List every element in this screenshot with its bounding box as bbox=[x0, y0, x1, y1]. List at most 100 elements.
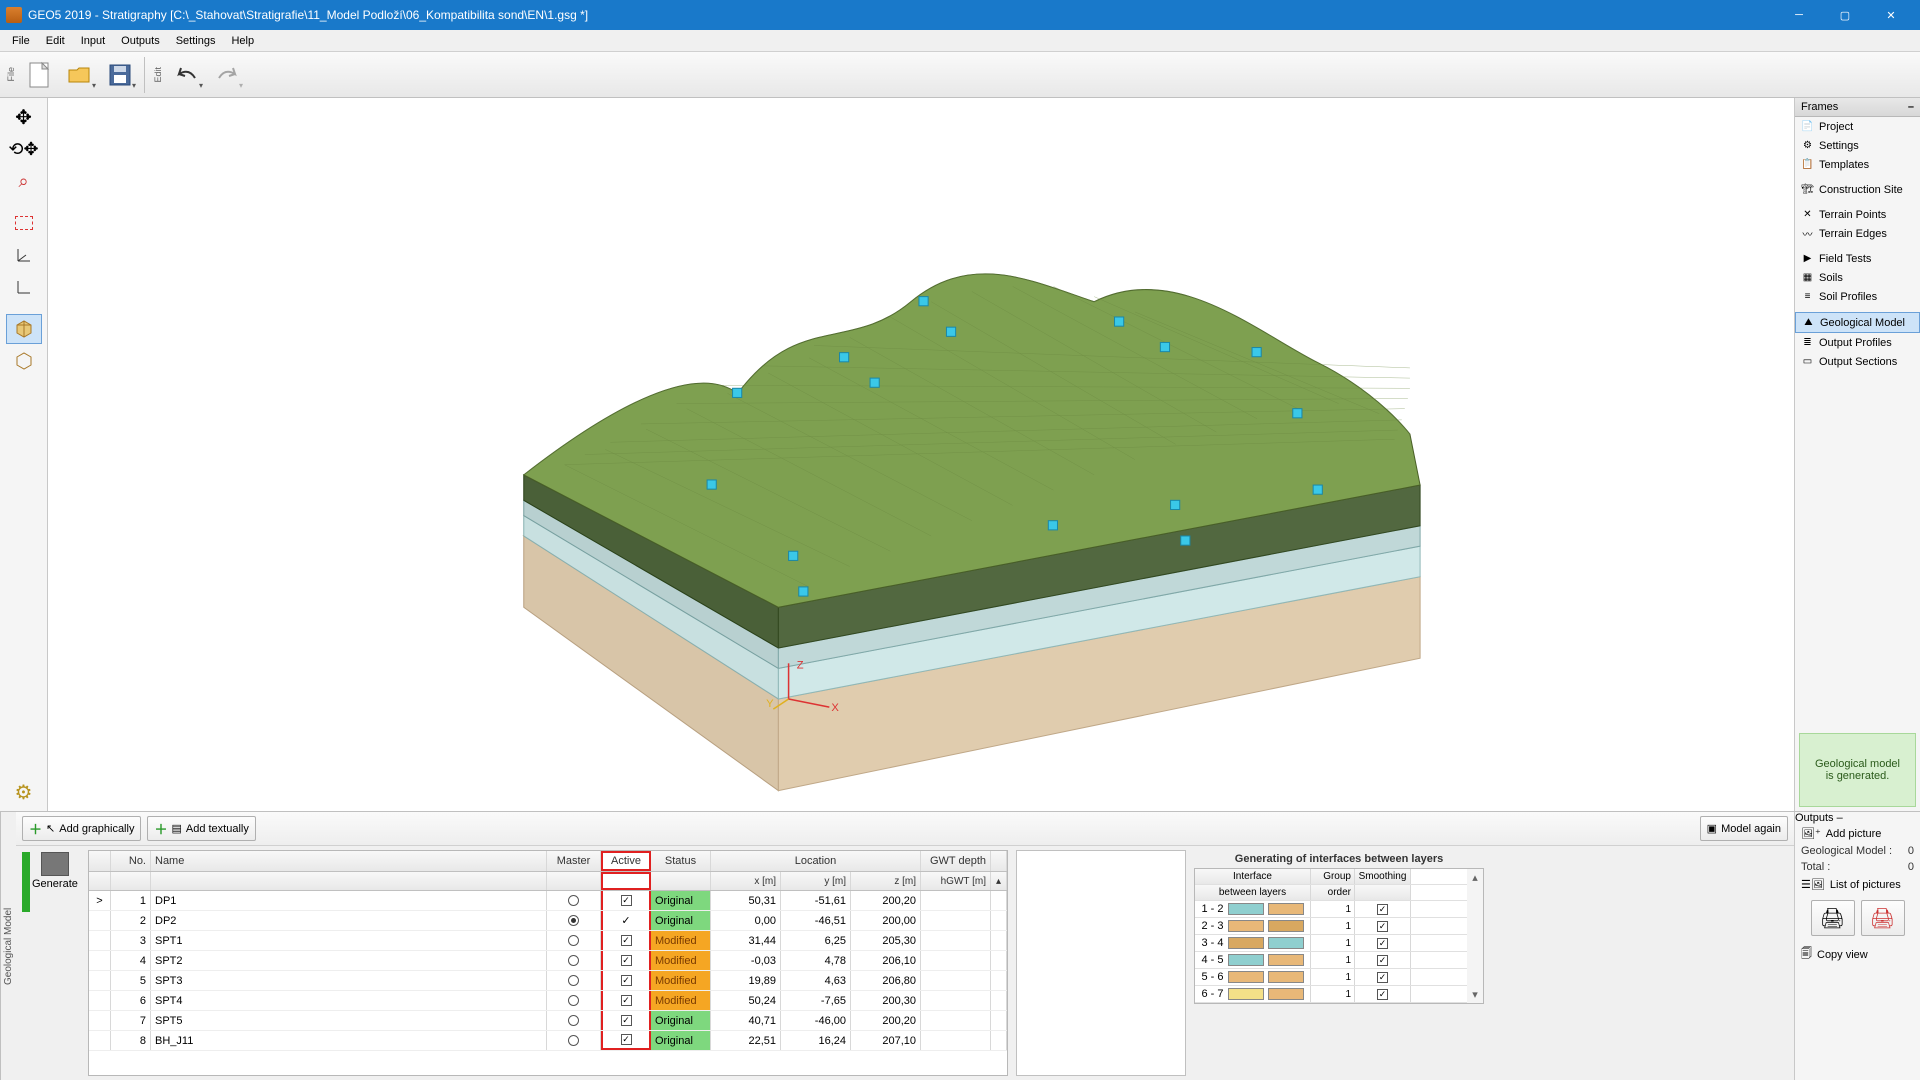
interface-row[interactable]: 2 - 31✓ bbox=[1195, 918, 1467, 935]
menu-settings[interactable]: Settings bbox=[168, 33, 224, 49]
col-location[interactable]: Location bbox=[711, 851, 921, 871]
active-checkbox[interactable]: ✓ bbox=[601, 931, 651, 950]
menu-input[interactable]: Input bbox=[73, 33, 113, 49]
view-wireframe-button[interactable] bbox=[6, 346, 42, 376]
smoothing-checkbox[interactable]: ✓ bbox=[1355, 969, 1411, 985]
model-again-button[interactable]: ▣Model again bbox=[1700, 816, 1788, 841]
new-file-button[interactable] bbox=[22, 57, 58, 93]
pan-button[interactable]: ✥ bbox=[6, 102, 42, 132]
table-row[interactable]: 7SPT5✓Original40,71-46,00200,20 bbox=[89, 1011, 1007, 1031]
copy-view-button[interactable]: 🗐Copy view bbox=[1795, 942, 1920, 967]
maximize-button[interactable]: ▢ bbox=[1822, 0, 1868, 30]
col-active[interactable]: Active bbox=[601, 851, 651, 871]
view-solid-button[interactable] bbox=[6, 314, 42, 344]
table-row[interactable]: >1DP1✓Original50,31-51,61200,20 bbox=[89, 891, 1007, 911]
frame-item-templates[interactable]: 📋Templates bbox=[1795, 155, 1920, 174]
table-row[interactable]: 3SPT1✓Modified31,446,25205,30 bbox=[89, 931, 1007, 951]
axis-xy-button[interactable] bbox=[6, 272, 42, 302]
save-file-button[interactable]: ▾ bbox=[102, 57, 138, 93]
col-gwt[interactable]: GWT depth bbox=[921, 851, 991, 871]
scroll-up-button[interactable]: ▴ bbox=[991, 872, 1007, 890]
cube-solid-icon bbox=[13, 319, 35, 339]
active-checkbox[interactable]: ✓ bbox=[601, 891, 651, 910]
menu-help[interactable]: Help bbox=[223, 33, 262, 49]
boreholes-table[interactable]: No. Name Master Active Status Location G… bbox=[88, 850, 1008, 1076]
axis-xyz-button[interactable] bbox=[6, 240, 42, 270]
add-graphically-button[interactable]: ＋↖Add graphically bbox=[22, 816, 141, 841]
frame-item-terrain-edges[interactable]: 〰Terrain Edges bbox=[1795, 224, 1920, 243]
interface-row[interactable]: 3 - 41✓ bbox=[1195, 935, 1467, 952]
zoom-area-button[interactable] bbox=[6, 208, 42, 238]
col-name[interactable]: Name bbox=[151, 851, 547, 871]
interfaces-table[interactable]: Interface Group Smoothing between layers… bbox=[1194, 868, 1484, 1004]
zoom-button[interactable]: ⌕ bbox=[6, 166, 42, 196]
master-radio[interactable] bbox=[547, 931, 601, 950]
magnifier-icon: ⌕ bbox=[18, 171, 28, 192]
table-row[interactable]: 5SPT3✓Modified19,894,63206,80 bbox=[89, 971, 1007, 991]
add-picture-button[interactable]: 🖼⁺Add picture bbox=[1795, 824, 1920, 843]
frame-item-soil-profiles[interactable]: ≡Soil Profiles bbox=[1795, 287, 1920, 306]
table-row[interactable]: 6SPT4✓Modified50,24-7,65200,30 bbox=[89, 991, 1007, 1011]
minimize-button[interactable]: ─ bbox=[1776, 0, 1822, 30]
frame-item-construction-site[interactable]: 🏗Construction Site bbox=[1795, 180, 1920, 199]
open-file-button[interactable]: ▾ bbox=[62, 57, 98, 93]
col-master[interactable]: Master bbox=[547, 851, 601, 871]
table-row[interactable]: 8BH_J11✓Original22,5116,24207,10 bbox=[89, 1031, 1007, 1051]
frame-item-output-sections[interactable]: ▭Output Sections bbox=[1795, 352, 1920, 371]
active-checkbox[interactable]: ✓ bbox=[601, 1011, 651, 1030]
generate-box: Generate bbox=[20, 850, 80, 1076]
menu-file[interactable]: File bbox=[4, 33, 38, 49]
smoothing-checkbox[interactable]: ✓ bbox=[1355, 901, 1411, 917]
active-checkbox[interactable]: ✓ bbox=[601, 991, 651, 1010]
smoothing-checkbox[interactable]: ✓ bbox=[1355, 935, 1411, 951]
view-settings-button[interactable]: ⚙ bbox=[6, 777, 42, 807]
close-button[interactable]: ✕ bbox=[1868, 0, 1914, 30]
undo-button[interactable]: ▾ bbox=[169, 57, 205, 93]
outputs-minimize-button[interactable]: – bbox=[1837, 812, 1843, 824]
frame-item-terrain-points[interactable]: ✕Terrain Points bbox=[1795, 205, 1920, 224]
col-no[interactable]: No. bbox=[111, 851, 151, 871]
geological-model-icon: ⛰ bbox=[1802, 316, 1815, 329]
interface-row[interactable]: 1 - 21✓ bbox=[1195, 901, 1467, 918]
smoothing-checkbox[interactable]: ✓ bbox=[1355, 952, 1411, 968]
table-row[interactable]: 2DP2✓Original0,00-46,51200,00 bbox=[89, 911, 1007, 931]
master-radio[interactable] bbox=[547, 971, 601, 990]
master-radio[interactable] bbox=[547, 1031, 601, 1050]
smoothing-checkbox[interactable]: ✓ bbox=[1355, 918, 1411, 934]
frame-item-geological-model[interactable]: ⛰Geological Model bbox=[1795, 312, 1920, 333]
master-radio[interactable] bbox=[547, 1011, 601, 1030]
frame-item-label: Output Profiles bbox=[1819, 337, 1892, 349]
frames-minimize-button[interactable]: – bbox=[1908, 101, 1914, 113]
active-checkbox[interactable]: ✓ bbox=[601, 951, 651, 970]
active-checkbox[interactable]: ✓ bbox=[601, 911, 651, 930]
3d-viewport[interactable]: Z Y X bbox=[48, 98, 1794, 811]
master-radio[interactable] bbox=[547, 991, 601, 1010]
frame-item-settings[interactable]: ⚙Settings bbox=[1795, 136, 1920, 155]
smoothing-checkbox[interactable]: ✓ bbox=[1355, 986, 1411, 1002]
redo-button[interactable]: ▾ bbox=[209, 57, 245, 93]
print-color-button[interactable]: 🖨 bbox=[1861, 900, 1905, 936]
list-pictures-button[interactable]: ☰🖼List of pictures bbox=[1795, 875, 1920, 894]
interface-row[interactable]: 6 - 71✓ bbox=[1195, 986, 1467, 1003]
menu-outputs[interactable]: Outputs bbox=[113, 33, 168, 49]
frame-item-soils[interactable]: ▦Soils bbox=[1795, 268, 1920, 287]
table-row[interactable]: 4SPT2✓Modified-0,034,78206,10 bbox=[89, 951, 1007, 971]
interface-row[interactable]: 5 - 61✓ bbox=[1195, 969, 1467, 986]
add-textually-button[interactable]: ＋▤Add textually bbox=[147, 816, 255, 841]
interfaces-scrollbar[interactable]: ▴▾ bbox=[1467, 869, 1483, 1003]
interface-row[interactable]: 4 - 51✓ bbox=[1195, 952, 1467, 969]
frame-item-output-profiles[interactable]: ≣Output Profiles bbox=[1795, 333, 1920, 352]
rotate-button[interactable]: ⟲✥ bbox=[6, 134, 42, 164]
frame-item-field-tests[interactable]: ▶Field Tests bbox=[1795, 249, 1920, 268]
master-radio[interactable] bbox=[547, 951, 601, 970]
active-checkbox[interactable]: ✓ bbox=[601, 971, 651, 990]
printer-icon: 🖨 bbox=[1820, 906, 1845, 931]
print-button[interactable]: 🖨 bbox=[1811, 900, 1855, 936]
col-status[interactable]: Status bbox=[651, 851, 711, 871]
generate-button[interactable]: Generate bbox=[32, 852, 78, 890]
frame-item-project[interactable]: 📄Project bbox=[1795, 117, 1920, 136]
active-checkbox[interactable]: ✓ bbox=[601, 1031, 651, 1050]
master-radio[interactable] bbox=[547, 891, 601, 910]
master-radio[interactable] bbox=[547, 911, 601, 930]
menu-edit[interactable]: Edit bbox=[38, 33, 73, 49]
